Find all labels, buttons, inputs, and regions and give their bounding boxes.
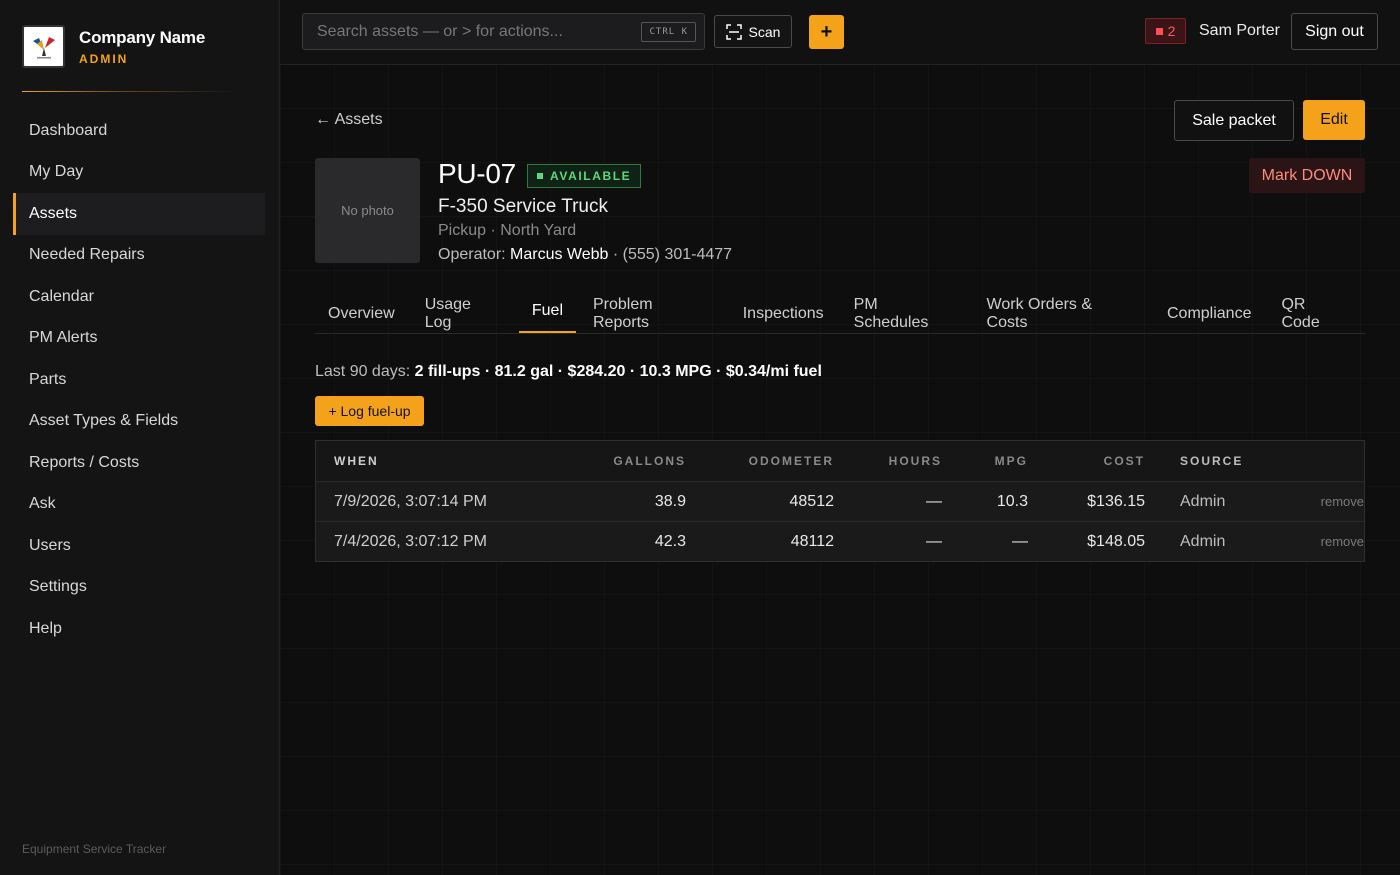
operator-name: Marcus Webb	[510, 246, 609, 263]
cell-mpg: —	[1012, 532, 1028, 550]
brand[interactable]: Company Name ADMIN	[22, 25, 205, 68]
asset-type-location: Pickup · North Yard	[438, 222, 577, 239]
asset-id: PU-07	[438, 158, 516, 189]
company-name: Company Name	[79, 27, 206, 47]
sale-packet-button[interactable]: Sale packet	[1174, 100, 1294, 141]
tab-problem-reports[interactable]: Problem Reports	[580, 293, 726, 334]
table-row: 7/4/2026, 3:07:12 PM 42.3 48112 — — $148…	[316, 521, 1364, 561]
quick-add-button[interactable]: +	[809, 15, 844, 49]
table-header: WHEN GALLONS ODOMETER HOURS MPG COST SOU…	[316, 441, 1364, 481]
sidebar-nav: Dashboard My Day Assets Needed Repairs C…	[13, 110, 265, 650]
summary-stats: 2 fill-ups · 81.2 gal · $284.20 · 10.3 M…	[414, 363, 822, 380]
sidebar-item-assets[interactable]: Assets	[13, 193, 265, 235]
back-to-assets-link[interactable]: ← Assets	[315, 111, 383, 129]
cell-cost: $136.15	[1087, 492, 1145, 510]
sidebar-item-needed-repairs[interactable]: Needed Repairs	[13, 235, 265, 277]
column-header-cost[interactable]: COST	[1028, 454, 1145, 468]
current-user-name: Sam Porter	[1199, 22, 1280, 39]
asset-tabs: Overview Usage Log Fuel Problem Reports …	[315, 293, 1365, 334]
tab-inspections[interactable]: Inspections	[730, 293, 837, 334]
app-footer: Equipment Service Tracker	[22, 842, 167, 856]
column-header-source[interactable]: SOURCE	[1145, 454, 1265, 468]
cell-hours: —	[926, 492, 942, 510]
tab-fuel[interactable]: Fuel	[518, 293, 576, 333]
remove-link[interactable]: remove	[1265, 494, 1364, 509]
eagle-logo-icon	[32, 36, 55, 58]
sidebar-item-help[interactable]: Help	[13, 608, 265, 650]
sidebar-item-pm-alerts[interactable]: PM Alerts	[13, 318, 265, 360]
cell-source: Admin	[1180, 532, 1226, 550]
cell-odometer: 48112	[790, 532, 834, 550]
sidebar-item-calendar[interactable]: Calendar	[13, 276, 265, 318]
topbar: Search assets — or > for actions... CTRL…	[280, 0, 1400, 65]
fuel-table: WHEN GALLONS ODOMETER HOURS MPG COST SOU…	[315, 440, 1365, 562]
alert-dot-icon	[1155, 27, 1163, 35]
scan-label: Scan	[748, 23, 781, 40]
cell-gallons: 42.3	[654, 532, 686, 550]
asset-model: F-350 Service Truck	[438, 196, 608, 217]
cell-hours: —	[926, 532, 942, 550]
tab-overview[interactable]: Overview	[315, 293, 408, 334]
table-row: 7/9/2026, 3:07:14 PM 38.9 48512 — 10.3 $…	[316, 481, 1364, 521]
sidebar-item-parts[interactable]: Parts	[13, 359, 265, 401]
sidebar-item-my-day[interactable]: My Day	[13, 152, 265, 194]
sidebar-item-asset-types[interactable]: Asset Types & Fields	[13, 401, 265, 443]
sidebar: Company Name ADMIN Dashboard My Day Asse…	[0, 0, 280, 875]
alert-count: 2	[1167, 23, 1176, 39]
sidebar-item-settings[interactable]: Settings	[13, 567, 265, 609]
search-placeholder: Search assets — or > for actions...	[317, 22, 563, 40]
cell-when: 7/4/2026, 3:07:12 PM	[334, 532, 487, 550]
brand-divider	[22, 91, 237, 92]
status-badge: AVAILABLE	[527, 164, 642, 188]
cell-cost: $148.05	[1087, 532, 1145, 550]
column-header-hours[interactable]: HOURS	[834, 454, 942, 468]
cell-when: 7/9/2026, 3:07:14 PM	[334, 492, 487, 510]
column-header-when[interactable]: WHEN	[316, 454, 596, 468]
status-label: AVAILABLE	[550, 169, 632, 183]
sidebar-item-dashboard[interactable]: Dashboard	[13, 110, 265, 152]
sign-out-button[interactable]: Sign out	[1291, 13, 1378, 50]
search-input[interactable]: Search assets — or > for actions... CTRL…	[302, 13, 705, 50]
tab-compliance[interactable]: Compliance	[1154, 293, 1264, 334]
remove-link[interactable]: remove	[1265, 534, 1364, 549]
fuel-summary: Last 90 days: 2 fill-ups · 81.2 gal · $2…	[315, 363, 822, 381]
cell-odometer: 48512	[789, 492, 835, 510]
sidebar-item-reports-costs[interactable]: Reports / Costs	[13, 442, 265, 484]
tab-work-orders-costs[interactable]: Work Orders & Costs	[974, 293, 1150, 334]
keyboard-shortcut-hint: CTRL K	[641, 22, 696, 42]
log-fuel-up-button[interactable]: + Log fuel-up	[315, 396, 424, 426]
main-content: Search assets — or > for actions... CTRL…	[280, 0, 1400, 875]
company-logo	[22, 25, 65, 68]
cell-source: Admin	[1180, 492, 1226, 510]
tab-pm-schedules[interactable]: PM Schedules	[841, 293, 970, 334]
role-label: ADMIN	[79, 51, 129, 66]
asset-operator: Operator: Marcus Webb · (555) 301-4477	[438, 246, 732, 264]
scan-icon	[725, 23, 742, 40]
cell-mpg: 10.3	[996, 492, 1028, 510]
column-header-odometer[interactable]: ODOMETER	[686, 454, 834, 468]
mark-down-button[interactable]: Mark DOWN	[1249, 158, 1365, 193]
column-header-gallons[interactable]: GALLONS	[596, 454, 686, 468]
asset-photo-placeholder[interactable]: No photo	[315, 158, 420, 263]
operator-prefix: Operator:	[438, 246, 511, 263]
sidebar-item-ask[interactable]: Ask	[13, 484, 265, 526]
sidebar-item-users[interactable]: Users	[13, 525, 265, 567]
edit-button[interactable]: Edit	[1303, 100, 1365, 140]
alert-badge[interactable]: 2	[1145, 18, 1186, 44]
operator-phone: · (555) 301-4477	[608, 246, 733, 263]
scan-button[interactable]: Scan	[714, 15, 792, 48]
cell-gallons: 38.9	[654, 492, 686, 510]
tab-usage-log[interactable]: Usage Log	[412, 293, 515, 334]
status-dot-icon	[537, 173, 543, 179]
column-header-mpg[interactable]: MPG	[942, 454, 1028, 468]
summary-prefix: Last 90 days:	[315, 363, 415, 380]
tab-qr-code[interactable]: QR Code	[1268, 293, 1361, 334]
